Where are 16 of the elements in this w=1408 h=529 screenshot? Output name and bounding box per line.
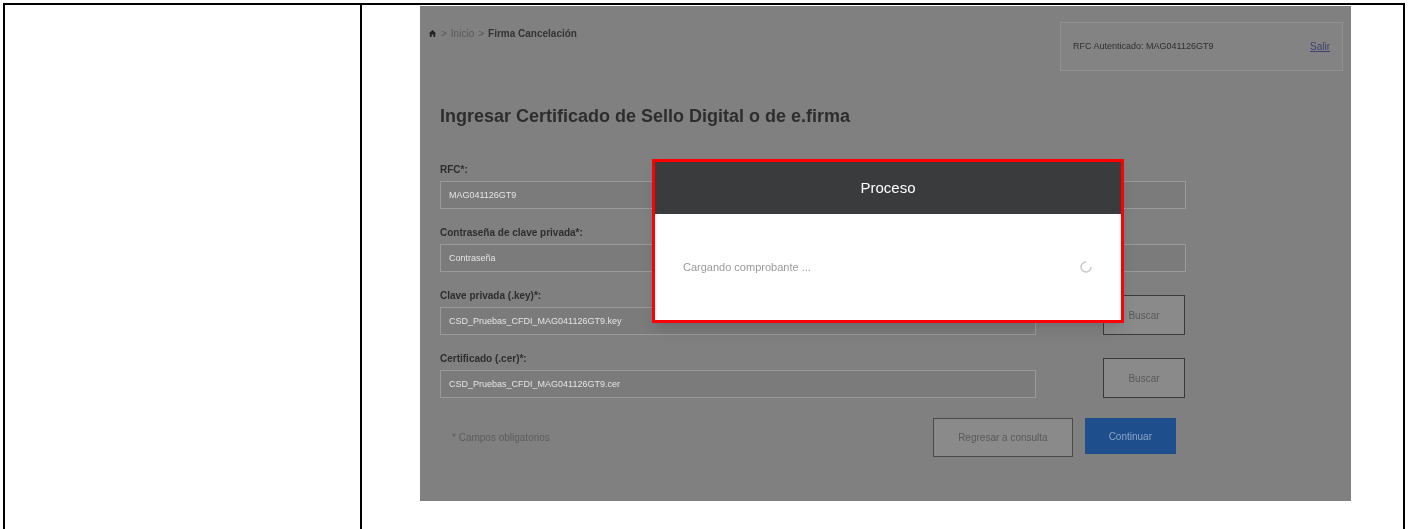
breadcrumb-separator: > xyxy=(478,27,485,41)
file-path-field[interactable]: CSD_Pruebas_CFDI_MAG041126GT9.cer xyxy=(440,370,1036,398)
loading-message: Cargando comprobante ... xyxy=(683,259,811,275)
home-icon[interactable] xyxy=(428,29,437,38)
breadcrumb-current: Firma Cancelación xyxy=(488,27,577,41)
field-label: Contraseña de clave privada*: xyxy=(440,226,584,240)
continue-button[interactable]: Continuar xyxy=(1084,418,1176,454)
spinner-icon xyxy=(1079,260,1093,274)
field-label: Certificado (.cer)*: xyxy=(440,352,528,366)
session-label: RFC Autenticado: MAG041126GT9 xyxy=(1073,39,1214,53)
logout-link[interactable]: Salir xyxy=(1310,39,1330,54)
modal-title: Proceso xyxy=(655,162,1121,214)
breadcrumb-separator: > xyxy=(441,27,447,41)
field-label: RFC*: xyxy=(440,163,469,177)
form-title: Ingresar Certificado de Sello Digital o de e.firma xyxy=(440,105,852,128)
field-label: Clave privada (.key)*: xyxy=(440,289,543,303)
